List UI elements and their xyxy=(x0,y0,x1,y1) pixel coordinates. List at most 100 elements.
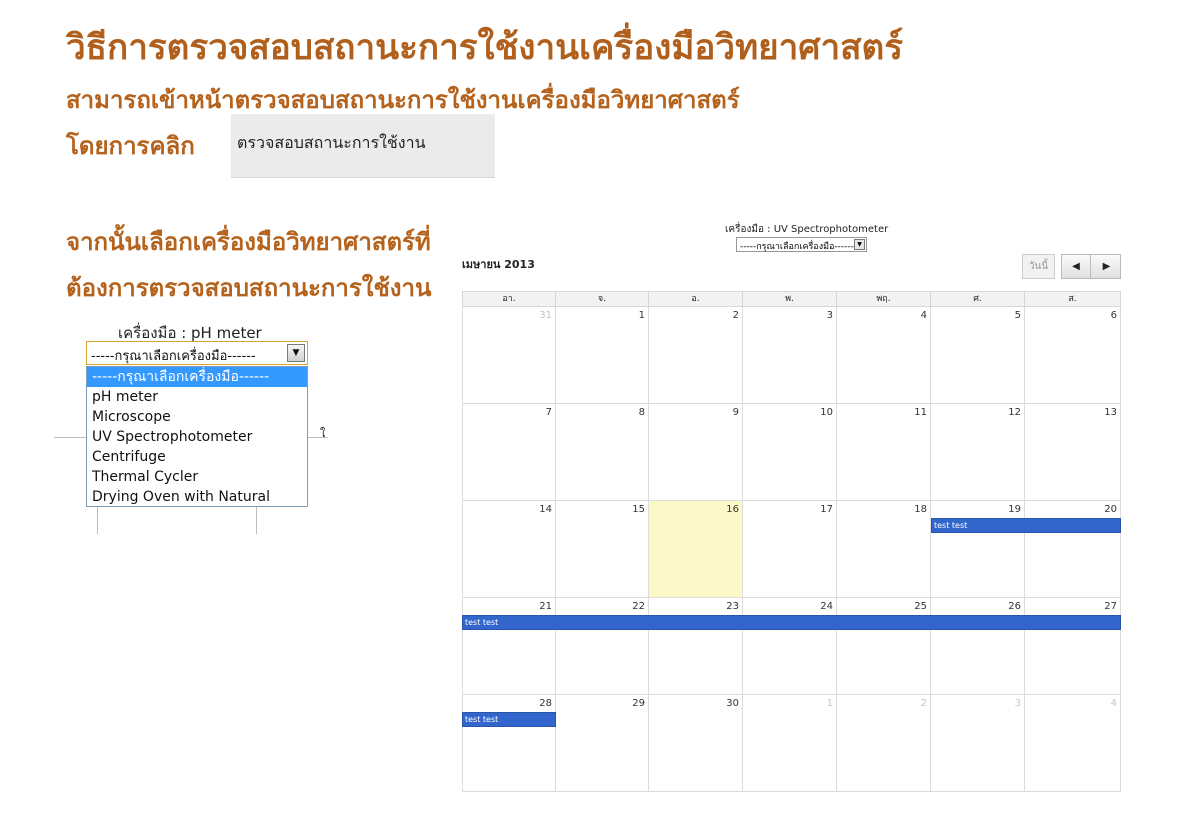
calendar-day-cell[interactable]: 24 xyxy=(743,598,837,695)
calendar-day-cell[interactable]: 28 xyxy=(462,695,556,792)
day-number: 20 xyxy=(1104,504,1117,515)
day-number: 2 xyxy=(732,310,739,321)
calendar-day-cell[interactable]: 11 xyxy=(837,404,931,501)
day-number: 28 xyxy=(539,698,552,709)
calendar-day-cell[interactable]: 10 xyxy=(743,404,837,501)
calendar-day-cell[interactable]: 15 xyxy=(556,501,649,598)
day-number: 10 xyxy=(820,407,833,418)
instrument-option[interactable]: Thermal Cycler xyxy=(87,467,307,487)
calendar-day-cell[interactable]: 1 xyxy=(743,695,837,792)
day-number: 11 xyxy=(914,407,927,418)
day-number: 1 xyxy=(826,698,833,709)
day-number: 13 xyxy=(1104,407,1117,418)
calendar-day-cell[interactable]: 1 xyxy=(556,307,649,404)
day-number: 3 xyxy=(1014,698,1021,709)
day-number: 23 xyxy=(726,601,739,612)
calendar-day-cell[interactable]: 22 xyxy=(556,598,649,695)
instrument-option[interactable]: Centrifuge xyxy=(87,447,307,467)
weekday-header: ศ. xyxy=(931,291,1025,307)
page-title: วิธีการตรวจสอบสถานะการใช้งานเครื่องมือวิ… xyxy=(66,28,904,68)
calendar-instrument-label: เครื่องมือ : UV Spectrophotometer xyxy=(725,224,889,235)
weekday-header: จ. xyxy=(556,291,649,307)
calendar-day-cell[interactable]: 26 xyxy=(931,598,1025,695)
calendar-day-cell[interactable]: 7 xyxy=(462,404,556,501)
calendar-event[interactable]: test test xyxy=(462,712,556,727)
instrument-option[interactable]: Drying Oven with Natural xyxy=(87,487,307,507)
chevron-down-icon[interactable]: ▼ xyxy=(287,344,305,362)
calendar-event[interactable]: test test xyxy=(931,518,1121,533)
calendar-day-cell[interactable]: 17 xyxy=(743,501,837,598)
weekday-header: อา. xyxy=(462,291,556,307)
instrument-options-list: -----กรุณาเลือกเครื่องมือ------ pH meter… xyxy=(86,366,308,507)
calendar-day-cell[interactable]: 25 xyxy=(837,598,931,695)
day-number: 2 xyxy=(920,698,927,709)
instruction-line-2: โดยการคลิก xyxy=(66,132,195,160)
instrument-select-value: -----กรุณาเลือกเครื่องมือ------ xyxy=(91,349,256,364)
day-number: 5 xyxy=(1014,310,1021,321)
calendar-day-cell[interactable]: 27 xyxy=(1025,598,1121,695)
day-number: 14 xyxy=(539,504,552,515)
day-number: 27 xyxy=(1104,601,1117,612)
day-number: 26 xyxy=(1008,601,1021,612)
calendar-day-cell[interactable]: 8 xyxy=(556,404,649,501)
day-number: 16 xyxy=(726,504,739,515)
day-number: 4 xyxy=(1110,698,1117,709)
day-number: 29 xyxy=(632,698,645,709)
background-divider xyxy=(256,507,257,534)
calendar-day-cell[interactable]: 16 xyxy=(649,501,743,598)
day-number: 18 xyxy=(914,504,927,515)
calendar-day-cell[interactable]: 2 xyxy=(837,695,931,792)
day-number: 30 xyxy=(726,698,739,709)
day-number: 24 xyxy=(820,601,833,612)
calendar-day-cell[interactable]: 23 xyxy=(649,598,743,695)
calendar-day-cell[interactable]: 14 xyxy=(462,501,556,598)
check-status-button-label: ตรวจสอบสถานะการใช้งาน xyxy=(237,133,426,152)
day-number: 3 xyxy=(826,310,833,321)
month-title: เมษายน 2013 xyxy=(462,258,535,271)
calendar-day-cell[interactable]: 3 xyxy=(743,307,837,404)
instrument-option[interactable]: UV Spectrophotometer xyxy=(87,427,307,447)
calendar-select-value: -----กรุณาเลือกเครื่องมือ------ xyxy=(740,242,854,252)
month-calendar: อา. จ. อ. พ. พฤ. ศ. ส. 31 1 2 3 4 5 6 7 8 9 10 11 12 13 14 15 1… xyxy=(462,291,1121,792)
day-number: 12 xyxy=(1008,407,1021,418)
day-number: 22 xyxy=(632,601,645,612)
calendar-day-cell[interactable]: 29 xyxy=(556,695,649,792)
calendar-day-cell[interactable]: 6 xyxy=(1025,307,1121,404)
calendar-day-cell[interactable]: 9 xyxy=(649,404,743,501)
day-number: 17 xyxy=(820,504,833,515)
calendar-day-cell[interactable]: 18 xyxy=(837,501,931,598)
calendar-day-cell[interactable]: 4 xyxy=(1025,695,1121,792)
next-month-button[interactable]: ▶ xyxy=(1092,255,1121,278)
calendar-nav: ◀ ▶ xyxy=(1061,254,1121,279)
instrument-option[interactable]: Microscope xyxy=(87,407,307,427)
calendar-day-cell[interactable]: 20 xyxy=(1025,501,1121,598)
calendar-day-cell[interactable]: 19 xyxy=(931,501,1025,598)
calendar-instrument-select[interactable]: -----กรุณาเลือกเครื่องมือ------ ▼ xyxy=(736,237,867,252)
calendar-day-cell[interactable]: 21 xyxy=(462,598,556,695)
calendar-day-cell[interactable]: 3 xyxy=(931,695,1025,792)
check-status-button[interactable]: ตรวจสอบสถานะการใช้งาน xyxy=(231,114,495,178)
instrument-option[interactable]: -----กรุณาเลือกเครื่องมือ------ xyxy=(87,367,307,387)
day-number: 9 xyxy=(732,407,739,418)
calendar-day-cell[interactable]: 12 xyxy=(931,404,1025,501)
weekday-header: พ. xyxy=(743,291,837,307)
instrument-select[interactable]: -----กรุณาเลือกเครื่องมือ------ ▼ xyxy=(86,341,308,365)
prev-month-button[interactable]: ◀ xyxy=(1062,255,1091,278)
day-number: 6 xyxy=(1110,310,1117,321)
calendar-day-cell[interactable]: 2 xyxy=(649,307,743,404)
calendar-day-cell[interactable]: 31 xyxy=(462,307,556,404)
day-number: 8 xyxy=(638,407,645,418)
calendar-day-cell[interactable]: 30 xyxy=(649,695,743,792)
today-button[interactable]: วันนี้ xyxy=(1022,254,1055,279)
calendar-day-cell[interactable]: 5 xyxy=(931,307,1025,404)
calendar-day-cell[interactable]: 4 xyxy=(837,307,931,404)
weekday-header: อ. xyxy=(649,291,743,307)
day-number: 19 xyxy=(1008,504,1021,515)
chevron-down-icon[interactable]: ▼ xyxy=(854,239,865,250)
weekday-header: ส. xyxy=(1025,291,1121,307)
calendar-day-cell[interactable]: 13 xyxy=(1025,404,1121,501)
calendar-event[interactable]: test test xyxy=(462,615,1121,630)
day-number: 4 xyxy=(920,310,927,321)
instrument-option[interactable]: pH meter xyxy=(87,387,307,407)
day-number: 1 xyxy=(638,310,645,321)
